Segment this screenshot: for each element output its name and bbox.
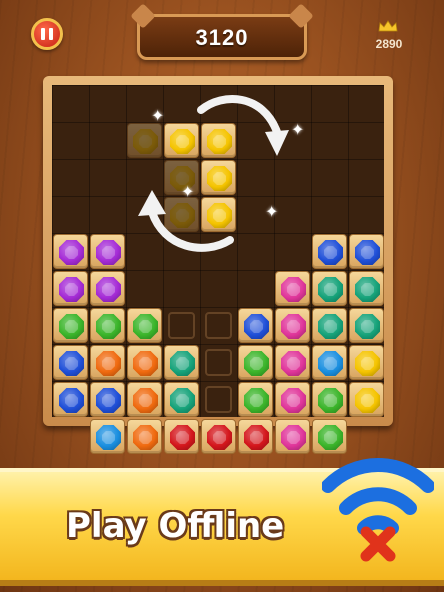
board-block [53,308,88,343]
pink-gem-icon [281,314,306,339]
purple-gem-icon [96,277,121,302]
board-block [312,419,347,454]
board-block [349,271,384,306]
board-block [53,271,88,306]
board-block [238,382,273,417]
board-block [275,345,310,380]
board-block [90,271,125,306]
teal-gem-icon [355,314,380,339]
score-plate: 3120 [130,3,314,60]
board-block [127,382,162,417]
orange-gem-icon [133,388,158,413]
board-block [312,345,347,380]
pink-gem-icon [281,351,306,376]
crown-icon [378,20,398,32]
purple-gem-icon [59,277,84,302]
board-block [275,271,310,306]
green-gem-icon [96,314,121,339]
board-block [349,382,384,417]
green-gem-icon [318,388,343,413]
pink-gem-icon [281,277,306,302]
orange-gem-icon [133,351,158,376]
yellow-gem-icon [133,129,158,154]
ghost-block [127,123,162,158]
green-gem-icon [318,425,343,450]
pink-gem-icon [281,388,306,413]
rotate-arrow-icon [197,95,289,156]
yellow-gem-icon [355,351,380,376]
sparkle-icon: ✦ [181,182,195,201]
board-block [238,308,273,343]
board-block [53,345,88,380]
play-offline-label: Play Offline [66,506,285,546]
sky-gem-icon [96,425,121,450]
blue-gem-icon [244,314,269,339]
current-score: 3120 [195,25,249,50]
green-gem-icon [133,314,158,339]
board-block [53,382,88,417]
blue-gem-icon [59,388,84,413]
purple-gem-icon [96,240,121,265]
red-gem-icon [207,425,232,450]
empty-slot-outline [205,312,232,339]
board-block [53,234,88,269]
board-block [164,345,199,380]
pause-button[interactable] [31,18,63,50]
red-gem-icon [170,425,195,450]
board-block [312,382,347,417]
empty-slot-outline [205,349,232,376]
best-score: 2890 [375,37,403,51]
green-gem-icon [59,314,84,339]
sparkle-icon: ✦ [291,120,305,139]
board-block [127,345,162,380]
blue-gem-icon [59,351,84,376]
green-gem-icon [244,388,269,413]
board-block [275,382,310,417]
board-block [349,234,384,269]
blue-gem-icon [355,240,380,265]
teal-gem-icon [318,277,343,302]
empty-slot-outline [205,386,232,413]
board-block [90,234,125,269]
sparkle-icon: ✦ [265,202,279,221]
board-block [164,419,199,454]
pink-gem-icon [281,425,306,450]
teal-gem-icon [170,351,195,376]
yellow-gem-icon [170,129,195,154]
board-block [127,308,162,343]
purple-gem-icon [59,240,84,265]
board-block [90,345,125,380]
board-block [275,419,310,454]
board-block [127,419,162,454]
teal-gem-icon [355,277,380,302]
board-block [164,382,199,417]
yellow-gem-icon [355,388,380,413]
teal-gem-icon [170,388,195,413]
board-block [312,308,347,343]
blue-gem-icon [96,388,121,413]
wifi-off-icon [322,457,434,562]
board-block [90,308,125,343]
board-block [312,234,347,269]
teal-gem-icon [318,314,343,339]
board-block [312,271,347,306]
board-block [90,419,125,454]
board-block [238,345,273,380]
board-block [349,308,384,343]
orange-gem-icon [96,351,121,376]
blue-gem-icon [318,240,343,265]
red-gem-icon [244,425,269,450]
empty-slot-outline [168,312,195,339]
pause-icon [39,28,55,40]
sky-gem-icon [318,351,343,376]
board-block [90,382,125,417]
orange-gem-icon [133,425,158,450]
green-gem-icon [244,351,269,376]
board-block [201,419,236,454]
board-block [275,308,310,343]
board-block [238,419,273,454]
sparkle-icon: ✦ [151,106,165,125]
board-block [349,345,384,380]
